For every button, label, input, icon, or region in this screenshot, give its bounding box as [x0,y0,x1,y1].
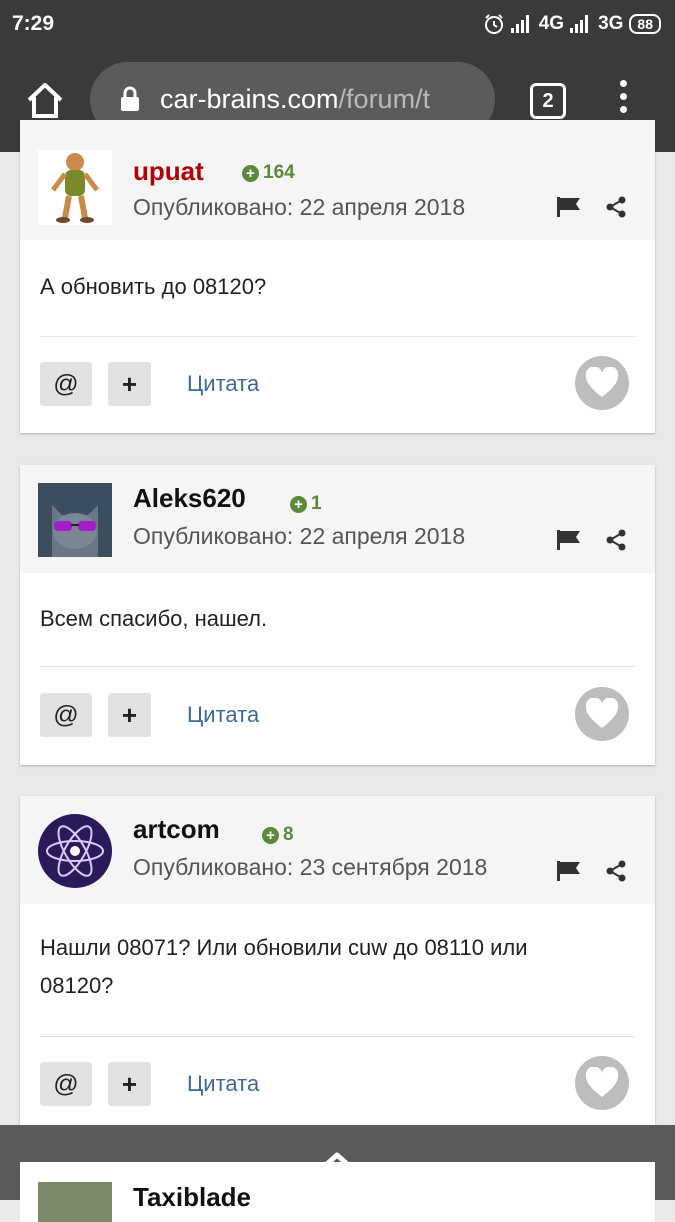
home-icon [27,83,63,118]
alarm-icon [484,14,503,34]
share-icon[interactable] [605,196,627,218]
status-time: 7:29 [12,12,55,35]
post-date: Опубликовано: 22 апреля 2018 [133,523,466,549]
post-body: Нашли 08071? Или обновили cuw до 08110 и… [40,935,528,998]
battery-indicator: 88 [629,14,661,34]
post-date: Опубликовано: 23 сентября 2018 [133,854,488,880]
like-button[interactable] [575,1056,629,1110]
reputation-count: 164 [263,162,295,183]
quote-link[interactable]: Цитата [187,1071,259,1097]
status-icons: 4G 3G 88 [483,11,661,37]
mention-button[interactable]: @ [40,362,92,406]
flag-icon[interactable] [556,860,582,882]
multiquote-button[interactable]: + [108,362,151,406]
forum-post: Aleks620 + 1 Опубликовано: 22 апреля 201… [20,465,655,765]
network-type-2: 3G [598,13,624,34]
url-domain: car-brains.com [160,84,339,114]
post-body: А обновить до 08120? [40,274,267,299]
post-header: upuat + 164 Опубликовано: 22 апреля 2018 [20,120,655,240]
tab-switcher-button[interactable]: 2 [530,83,566,119]
scroll-to-top-button[interactable] [312,1148,362,1178]
menu-icon[interactable] [612,80,634,120]
post-author[interactable]: Aleks620 [133,483,246,514]
share-icon[interactable] [605,860,627,882]
avatar[interactable] [38,814,112,888]
plus-circle-icon: + [242,164,259,182]
post-divider [40,336,635,337]
forum-post: artcom + 8 Опубликовано: 23 сентября 201… [20,796,655,1136]
like-button[interactable] [575,356,629,410]
avatar[interactable] [38,1182,112,1222]
quote-link[interactable]: Цитата [187,702,259,728]
share-icon[interactable] [605,529,627,551]
post-divider [40,666,635,667]
home-button[interactable] [24,80,66,122]
url-path: /forum/t [338,84,431,114]
heart-icon [585,367,619,397]
plus-circle-icon: + [290,495,307,513]
forum-post: upuat + 164 Опубликовано: 22 апреля 2018… [20,120,655,433]
heart-icon [585,698,619,728]
avatar[interactable] [38,150,112,225]
mention-button[interactable]: @ [40,1062,92,1106]
reputation-count: 1 [311,493,322,514]
reputation-badge: + 8 [262,824,294,846]
post-divider [40,1036,635,1037]
status-bar: 7:29 4G 3G 88 [0,0,675,50]
reputation-badge: + 1 [290,493,322,515]
chevron-up-icon [314,1152,360,1176]
lock-icon [121,86,139,111]
network-type-1: 4G [538,13,565,34]
post-header: artcom + 8 Опубликовано: 23 сентября 201… [20,796,655,904]
multiquote-button[interactable]: + [108,1062,151,1106]
flag-icon[interactable] [556,529,582,551]
like-button[interactable] [575,687,629,741]
post-author[interactable]: artcom [133,814,220,845]
post-author[interactable]: Taxiblade [133,1182,251,1213]
signal-icon-2 [570,15,592,33]
multiquote-button[interactable]: + [108,693,151,737]
post-header: Aleks620 + 1 Опубликовано: 22 апреля 201… [20,465,655,573]
heart-icon [585,1067,619,1097]
flag-icon[interactable] [556,196,582,218]
signal-icon [510,15,533,33]
avatar[interactable] [38,483,112,557]
post-author[interactable]: upuat [133,156,204,187]
post-body: Всем спасибо, нашел. [40,606,268,631]
reputation-count: 8 [283,824,294,845]
plus-circle-icon: + [262,826,279,844]
post-date: Опубликовано: 22 апреля 2018 [133,194,466,220]
mention-button[interactable]: @ [40,693,92,737]
reputation-badge: + 164 [242,162,295,184]
quote-link[interactable]: Цитата [187,371,259,397]
